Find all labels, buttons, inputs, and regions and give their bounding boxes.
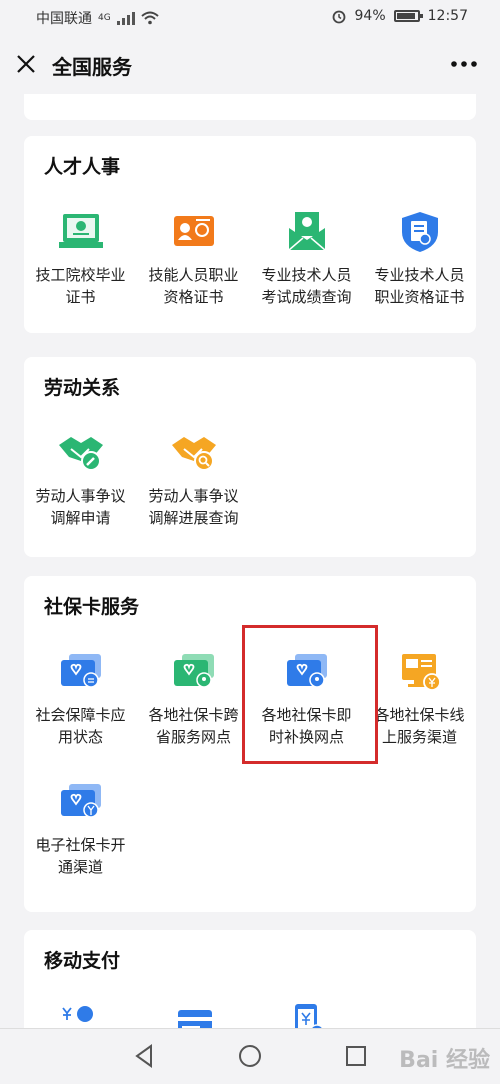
card-heart-location-icon (173, 654, 214, 688)
certificate-icon (58, 214, 103, 248)
wifi-icon (141, 11, 159, 25)
section-labor-relations: 劳动关系 劳动人事争议 调解申请 劳动人事争议 调解进展查询 (24, 357, 476, 557)
section-title: 人才人事 (44, 156, 121, 178)
battery-icon (393, 10, 423, 22)
signal-icon (116, 11, 135, 25)
id-certificate-icon (173, 216, 214, 246)
card-icon (177, 1010, 212, 1028)
service-item[interactable] (137, 1000, 250, 1028)
service-label: 社会保障卡应 用状态 (35, 706, 126, 746)
service-label: 劳动人事争议 调解进展查询 (148, 487, 239, 527)
section-title: 移动支付 (44, 950, 121, 972)
service-item[interactable]: 专业技术人员 职业资格证书 (363, 210, 476, 308)
service-item[interactable]: 技工院校毕业 证书 (24, 210, 137, 308)
service-item[interactable]: 社会保障卡应 用状态 (24, 650, 137, 748)
service-item[interactable]: 电子社保卡开 通渠道 (24, 780, 137, 878)
service-item[interactable]: 各地社保卡跨 省服务网点 (137, 650, 250, 748)
service-item[interactable]: 各地社保卡即 时补换网点 (250, 650, 363, 748)
service-label: 技能人员职业 资格证书 (148, 266, 239, 306)
section-title: 社保卡服务 (44, 596, 140, 618)
back-icon[interactable] (131, 1043, 157, 1069)
service-item[interactable]: 劳动人事争议 调解进展查询 (137, 431, 250, 529)
section-social-security-card: 社保卡服务 社会保障卡应 用状态 各地社保卡跨 省服务网点 各地社保卡即 时补换… (24, 576, 476, 912)
more-options-icon[interactable] (448, 52, 480, 76)
section-title: 劳动关系 (44, 377, 121, 399)
service-label: 专业技术人员 职业资格证书 (374, 266, 465, 306)
carrier-label: 中国联通 (36, 11, 92, 27)
service-item[interactable]: 劳动人事争议 调解申请 (24, 431, 137, 529)
battery-percent: 94% (354, 8, 386, 24)
network-type: 4G (98, 13, 111, 23)
navigation-bar: Bai 经验 (0, 1028, 500, 1084)
watermark: Bai 经验 (399, 1048, 490, 1073)
card-heart-location-icon (286, 654, 327, 688)
handshake-search-icon (171, 437, 216, 471)
recent-apps-icon[interactable] (343, 1043, 369, 1069)
monitor-card-icon (401, 654, 441, 691)
previous-section-card (24, 94, 476, 120)
page-title: 全国服务 (52, 55, 132, 79)
status-bar: 中国联通 4G 94% 12:57 (0, 0, 500, 34)
home-icon[interactable] (237, 1043, 263, 1069)
card-heart-yuan-icon (60, 784, 101, 818)
phone-yuan-icon (294, 1004, 324, 1028)
service-label: 专业技术人员 考试成绩查询 (261, 266, 352, 306)
service-label: 各地社保卡跨 省服务网点 (148, 706, 239, 746)
title-bar: 全国服务 (0, 34, 500, 94)
service-label: 技工院校毕业 证书 (35, 266, 126, 306)
service-label: 各地社保卡线 上服务渠道 (374, 706, 465, 746)
person-yuan-icon (61, 1006, 93, 1022)
section-talent-personnel: 人才人事 技工院校毕业 证书 技能人员职业 资格证书 专业技术人员 考试成绩查询… (24, 136, 476, 333)
close-icon[interactable] (12, 50, 40, 78)
card-heart-icon (60, 654, 101, 688)
service-item[interactable]: 技能人员职业 资格证书 (137, 210, 250, 308)
shield-document-icon (401, 212, 438, 252)
envelope-certificate-icon (288, 212, 325, 251)
service-item[interactable] (24, 1000, 137, 1028)
service-item[interactable]: 各地社保卡线 上服务渠道 (363, 650, 476, 748)
service-label: 电子社保卡开 通渠道 (35, 836, 126, 876)
service-item[interactable] (250, 1000, 363, 1028)
status-right: 94% 12:57 (331, 8, 468, 24)
section-mobile-payment: 移动支付 (24, 930, 476, 1028)
service-list: 人才人事 技工院校毕业 证书 技能人员职业 资格证书 专业技术人员 考试成绩查询… (0, 94, 500, 1028)
handshake-edit-icon (58, 437, 103, 471)
service-label: 劳动人事争议 调解申请 (35, 487, 126, 527)
service-item[interactable]: 专业技术人员 考试成绩查询 (250, 210, 363, 308)
clock: 12:57 (427, 8, 468, 24)
service-label: 各地社保卡即 时补换网点 (261, 706, 352, 746)
alarm-icon (332, 10, 345, 24)
status-left: 中国联通 4G (36, 8, 159, 28)
